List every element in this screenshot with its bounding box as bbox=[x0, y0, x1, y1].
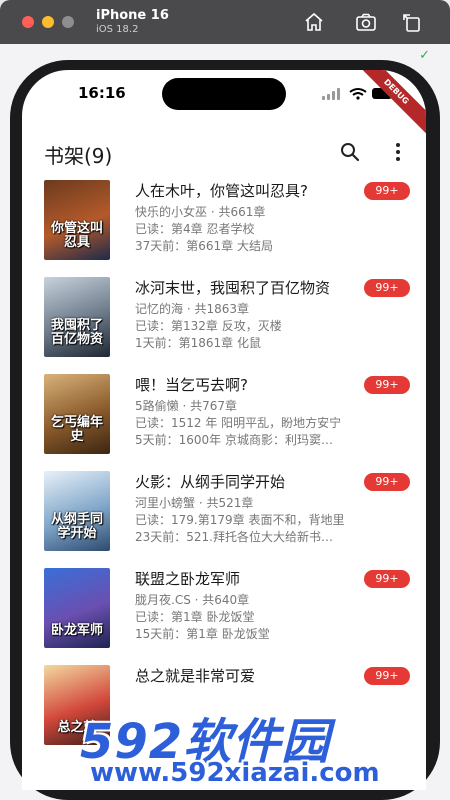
book-list-item[interactable]: 乞丐编年史 喂！当乞丐去啊? 5路偷懒 · 共767章 已读：1512 年 阳明平乱，… bbox=[22, 374, 426, 471]
book-latest-chapter: 5天前：1600年 京城商影：利玛窦… bbox=[135, 433, 333, 447]
status-time: 16:16 bbox=[78, 84, 126, 102]
book-cover[interactable]: 你管这叫忍具 bbox=[44, 180, 110, 260]
book-list-item[interactable]: 你管这叫忍具 人在木叶，你管这叫忍具? 快乐的小女巫 · 共661章 已读：第4章 忍… bbox=[22, 180, 426, 277]
page-title: 书架(9) bbox=[44, 144, 113, 168]
rotate-icon[interactable] bbox=[400, 10, 424, 34]
book-read-progress: 已读：第4章 忍者学校 bbox=[135, 222, 255, 236]
watermark: 592软件园 www.592xiazai.com bbox=[0, 700, 450, 800]
minimize-window-button[interactable] bbox=[42, 16, 54, 28]
book-read-progress: 已读：第132章 反攻，灭楼 bbox=[135, 319, 282, 333]
search-icon[interactable] bbox=[336, 138, 364, 166]
book-list-item[interactable]: 卧龙军师 联盟之卧龙军师 胧月夜.CS · 共640章 已读：第1章 卧龙饭堂 15天前… bbox=[22, 568, 426, 665]
device-name: iPhone 16 bbox=[96, 8, 169, 23]
unread-badge: 99+ bbox=[364, 667, 410, 685]
book-latest-chapter: 23天前：521.拜托各位大大给新书… bbox=[135, 530, 333, 544]
book-read-progress: 已读：1512 年 阳明平乱，盼地方安宁 bbox=[135, 416, 342, 430]
book-latest-chapter: 15天前：第1章 卧龙饭堂 bbox=[135, 627, 270, 641]
book-list-item[interactable]: 从纲手同学开始 火影：从纲手同学开始 河里小螃蟹 · 共521章 已读：179.第17… bbox=[22, 471, 426, 568]
screenshot-icon[interactable] bbox=[354, 10, 378, 34]
book-latest-chapter: 1天前：第1861章 化鼠 bbox=[135, 336, 261, 350]
simulator-title-bar: iPhone 16 iOS 18.2 bbox=[0, 0, 450, 44]
book-read-progress: 已读：179.第179章 表面不和，背地里 bbox=[135, 513, 345, 527]
cover-title: 我囤积了百亿物资 bbox=[50, 318, 103, 347]
book-read-progress: 已读：第1章 卧龙饭堂 bbox=[135, 610, 255, 624]
signal-icon bbox=[322, 88, 340, 100]
book-list: 你管这叫忍具 人在木叶，你管这叫忍具? 快乐的小女巫 · 共661章 已读：第4章 忍… bbox=[22, 180, 426, 762]
unread-badge: 99+ bbox=[364, 570, 410, 588]
book-author-chapters: 快乐的小女巫 · 共661章 bbox=[135, 205, 266, 219]
dynamic-island bbox=[162, 78, 286, 110]
unread-badge: 99+ bbox=[364, 473, 410, 491]
book-author-chapters: 河里小螃蟹 · 共521章 bbox=[135, 496, 254, 510]
unread-badge: 99+ bbox=[364, 182, 410, 200]
home-icon[interactable] bbox=[302, 10, 326, 34]
cover-title: 乞丐编年史 bbox=[50, 415, 103, 444]
book-cover[interactable]: 从纲手同学开始 bbox=[44, 471, 110, 551]
watermark-url: www.592xiazai.com bbox=[90, 758, 380, 788]
cover-title: 你管这叫忍具 bbox=[50, 221, 103, 250]
book-latest-chapter: 37天前：第661章 大结局 bbox=[135, 239, 273, 253]
zoom-window-button[interactable] bbox=[62, 16, 74, 28]
more-options-icon[interactable] bbox=[384, 138, 412, 166]
phone-screen: 16:16 DEBUG 书架(9) 你管这叫忍具 人在木叶，你管这叫忍具? 快乐… bbox=[22, 70, 426, 790]
book-cover[interactable]: 乞丐编年史 bbox=[44, 374, 110, 454]
close-window-button[interactable] bbox=[22, 16, 34, 28]
book-cover[interactable]: 卧龙军师 bbox=[44, 568, 110, 648]
book-list-item[interactable]: 我囤积了百亿物资 冰河末世，我囤积了百亿物资 记忆的海 · 共1863章 已读：第13… bbox=[22, 277, 426, 374]
checkmark-icon: ✓ bbox=[419, 48, 430, 63]
wifi-icon bbox=[349, 88, 367, 96]
cover-title: 卧龙军师 bbox=[50, 623, 103, 638]
book-cover[interactable]: 我囤积了百亿物资 bbox=[44, 277, 110, 357]
unread-badge: 99+ bbox=[364, 376, 410, 394]
app-bar: 书架(9) bbox=[22, 128, 426, 176]
cover-title: 从纲手同学开始 bbox=[50, 512, 103, 541]
book-author-chapters: 记忆的海 · 共1863章 bbox=[135, 302, 249, 316]
book-author-chapters: 5路偷懒 · 共767章 bbox=[135, 399, 237, 413]
book-author-chapters: 胧月夜.CS · 共640章 bbox=[135, 593, 250, 607]
os-version: iOS 18.2 bbox=[96, 24, 139, 35]
unread-badge: 99+ bbox=[364, 279, 410, 297]
